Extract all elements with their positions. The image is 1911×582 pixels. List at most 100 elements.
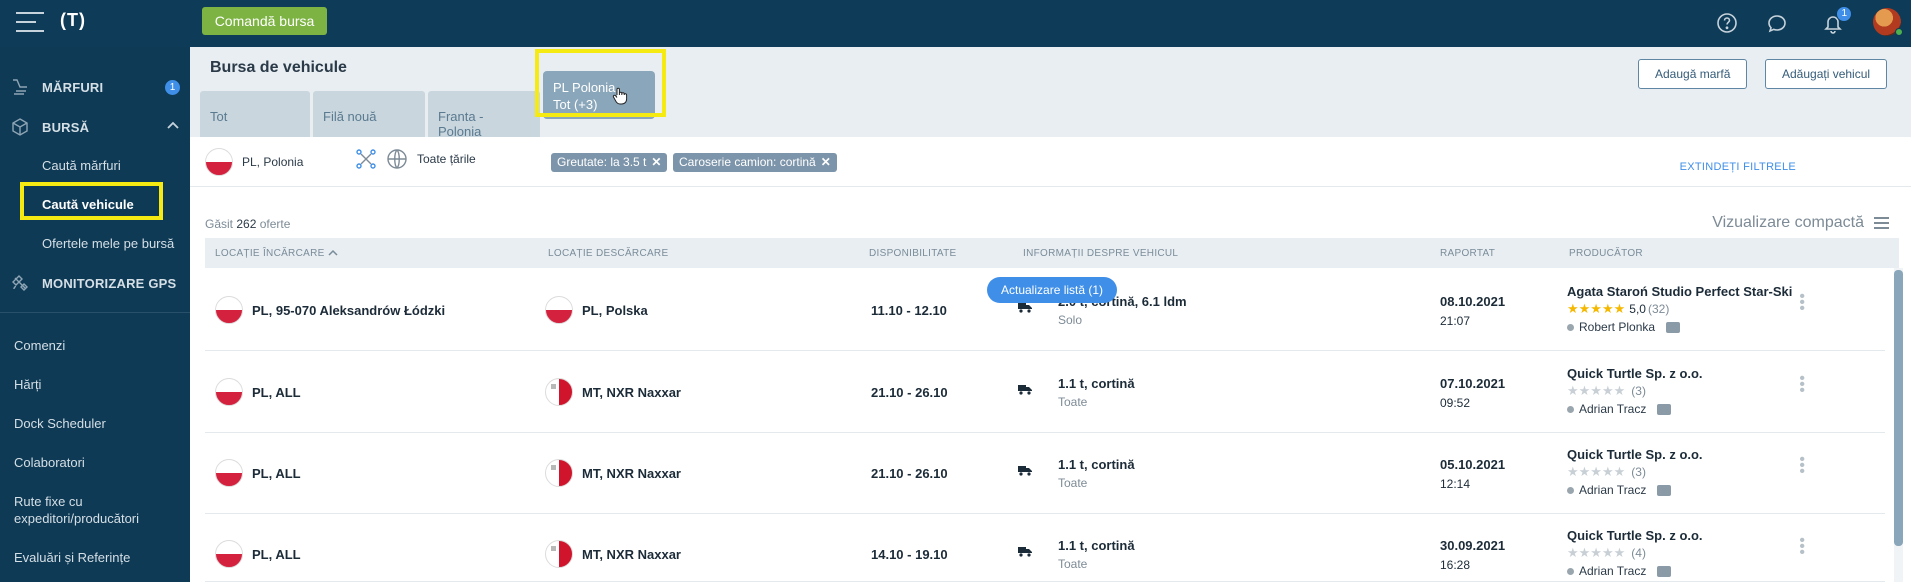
- globe-icon: [387, 149, 407, 169]
- producer: Quick Turtle Sp. z o.o. ★★★★★ (3) Adrian …: [1567, 366, 1703, 416]
- unload-location: MT, NXR Naxxar: [545, 459, 681, 487]
- poland-flag-icon: [545, 296, 573, 324]
- message-icon[interactable]: [1657, 484, 1672, 496]
- message-icon[interactable]: [1666, 321, 1681, 333]
- producer: Quick Turtle Sp. z o.o. ★★★★★ (3) Adrian …: [1567, 447, 1703, 497]
- poland-flag-icon: [215, 540, 243, 568]
- load-location-text: PL, ALL: [252, 546, 301, 562]
- message-icon[interactable]: [1657, 565, 1672, 577]
- sidebar-item-label: BURSĂ: [42, 119, 90, 135]
- unload-location-text: PL, Polska: [582, 302, 648, 318]
- more-options-icon[interactable]: • • •: [1799, 371, 1805, 399]
- load-location: PL, ALL: [215, 459, 301, 487]
- col-availability[interactable]: DISPONIBILITATE: [869, 248, 956, 259]
- highlight-frame: [535, 49, 666, 117]
- sidebar-link-maps[interactable]: Hărți: [14, 376, 41, 393]
- truck-direction-icon: [1017, 463, 1033, 480]
- rating-stars: ★★★★★ 5,0 (32): [1567, 301, 1670, 316]
- poland-flag-icon: [205, 148, 233, 176]
- more-options-icon[interactable]: • • •: [1799, 452, 1805, 480]
- message-icon[interactable]: [1657, 403, 1672, 415]
- chevron-up-icon[interactable]: [166, 119, 180, 133]
- add-vehicle-button[interactable]: Adăugați vehicul: [1765, 59, 1888, 89]
- producer: Quick Turtle Sp. z o.o. ★★★★★ (4) Adrian …: [1567, 528, 1703, 578]
- rating-count: (3): [1631, 384, 1646, 398]
- close-icon[interactable]: ✕: [651, 155, 661, 169]
- load-location-text: PL, ALL: [252, 465, 301, 481]
- col-reported[interactable]: RAPORTAT: [1440, 248, 1495, 259]
- compact-view-toggle[interactable]: Vizualizare compactă: [1712, 214, 1889, 232]
- load-location: PL, ALL: [215, 378, 301, 406]
- app-logo[interactable]: (T): [60, 10, 86, 31]
- more-options-icon[interactable]: • • •: [1799, 533, 1805, 561]
- tab-new[interactable]: Filă nouă: [313, 91, 425, 137]
- producer-name[interactable]: Quick Turtle Sp. z o.o.: [1567, 447, 1703, 462]
- rating-stars: ★★★★★ (4): [1567, 545, 1646, 560]
- col-vehicle-info[interactable]: INFORMAȚII DESPRE VEHICUL: [1023, 248, 1178, 259]
- origin-label: PL, Polonia: [242, 155, 304, 169]
- sidebar-item-label: MONITORIZARE GPS: [42, 275, 177, 291]
- reported: 07.10.2021 09:52: [1440, 376, 1505, 410]
- close-icon[interactable]: ✕: [821, 155, 831, 169]
- sidebar-item-cargo[interactable]: MĂRFURI 1: [0, 69, 190, 105]
- load-location-text: PL, ALL: [252, 384, 301, 400]
- reported-time: 21:07: [1440, 314, 1471, 328]
- unload-location-text: MT, NXR Naxxar: [582, 546, 681, 562]
- results-prefix: Găsit: [205, 217, 234, 231]
- status-dot: [1567, 486, 1574, 494]
- reported-date: 05.10.2021: [1440, 457, 1506, 472]
- table-row[interactable]: PL, ALL MT, NXR Naxxar 14.10 - 19.10 1.1…: [205, 514, 1885, 582]
- reported-date: 30.09.2021: [1440, 538, 1506, 553]
- origin-filter[interactable]: PL, Polonia: [205, 148, 303, 176]
- help-icon[interactable]: [1716, 12, 1738, 34]
- col-producer[interactable]: PRODUCĂTOR: [1569, 248, 1643, 259]
- refresh-list-button[interactable]: Actualizare listă (1): [987, 277, 1118, 303]
- poland-flag-icon: [215, 459, 243, 487]
- col-load-location[interactable]: LOCAȚIE ÎNCĂRCARE: [215, 248, 338, 259]
- sidebar-link-dock-scheduler[interactable]: Dock Scheduler: [14, 415, 106, 432]
- contact-person: Adrian Tracz: [1567, 402, 1703, 416]
- sidebar-link-fixed-routes[interactable]: Rute fixe cu expeditori/producători: [14, 493, 164, 527]
- contact-person: Adrian Tracz: [1567, 483, 1703, 497]
- hamburger-menu-icon[interactable]: [16, 12, 44, 34]
- vehicle-info: 1.1 t, cortină Toate: [1058, 538, 1135, 571]
- malta-flag-icon: [545, 459, 573, 487]
- status-dot: [1567, 323, 1574, 331]
- table-row[interactable]: PL, ALL MT, NXR Naxxar 21.10 - 26.10 1.1…: [205, 352, 1885, 433]
- sidebar-item-exchange[interactable]: BURSĂ: [0, 109, 190, 145]
- chat-icon[interactable]: [1766, 12, 1788, 34]
- add-cargo-button[interactable]: Adaugă marfă: [1638, 59, 1748, 89]
- scrollbar-thumb[interactable]: [1894, 270, 1903, 546]
- contact-name: Adrian Tracz: [1579, 402, 1647, 416]
- sidebar-item-gps[interactable]: MONITORIZARE GPS: [0, 265, 190, 301]
- tab-france-poland[interactable]: Franta - Polonia: [428, 91, 540, 139]
- sidebar-link-collaborators[interactable]: Colaboratori: [14, 454, 85, 471]
- rating-count: (3): [1631, 465, 1646, 479]
- reported-date: 08.10.2021: [1440, 294, 1506, 309]
- tab-all[interactable]: Tot: [200, 91, 310, 137]
- col-unload-location[interactable]: LOCAȚIE DESCĂRCARE: [548, 248, 668, 259]
- producer-name[interactable]: Quick Turtle Sp. z o.o.: [1567, 366, 1703, 381]
- destination-filter[interactable]: Toate țările: [355, 148, 476, 170]
- reported: 30.09.2021 16:28: [1440, 538, 1505, 572]
- chip-weight[interactable]: Greutate: la 3.5 t ✕: [551, 153, 668, 172]
- rating-count: (4): [1631, 546, 1646, 560]
- notifications-bell-icon[interactable]: 1: [1822, 6, 1852, 34]
- chip-body-label: Caroserie camion: cortină: [679, 155, 816, 169]
- producer-name[interactable]: Quick Turtle Sp. z o.o.: [1567, 528, 1703, 543]
- chip-body-type[interactable]: Caroserie camion: cortină ✕: [673, 153, 837, 172]
- reported-date: 07.10.2021: [1440, 376, 1506, 391]
- sidebar-link-orders[interactable]: Comenzi: [14, 337, 65, 354]
- status-dot: [1567, 567, 1574, 575]
- availability: 21.10 - 26.10: [871, 385, 948, 400]
- sidebar-sub-my-offers[interactable]: Ofertele mele pe bursă: [42, 236, 174, 251]
- more-options-icon[interactable]: • • •: [1799, 289, 1805, 317]
- order-exchange-button[interactable]: Comandă bursa: [202, 7, 327, 35]
- sidebar-sub-search-cargo[interactable]: Caută mărfuri: [42, 158, 121, 173]
- table-row[interactable]: PL, ALL MT, NXR Naxxar 21.10 - 26.10 1.1…: [205, 433, 1885, 514]
- contact-name: Robert Plonka: [1579, 320, 1656, 334]
- producer-name[interactable]: Agata Staroń Studio Perfect Star-Ski: [1567, 284, 1792, 299]
- route-icon: [356, 149, 376, 169]
- sidebar-link-ratings[interactable]: Evaluări și Referințe: [14, 549, 130, 566]
- extend-filters-link[interactable]: EXTINDEȚI FILTRELE: [1680, 161, 1796, 173]
